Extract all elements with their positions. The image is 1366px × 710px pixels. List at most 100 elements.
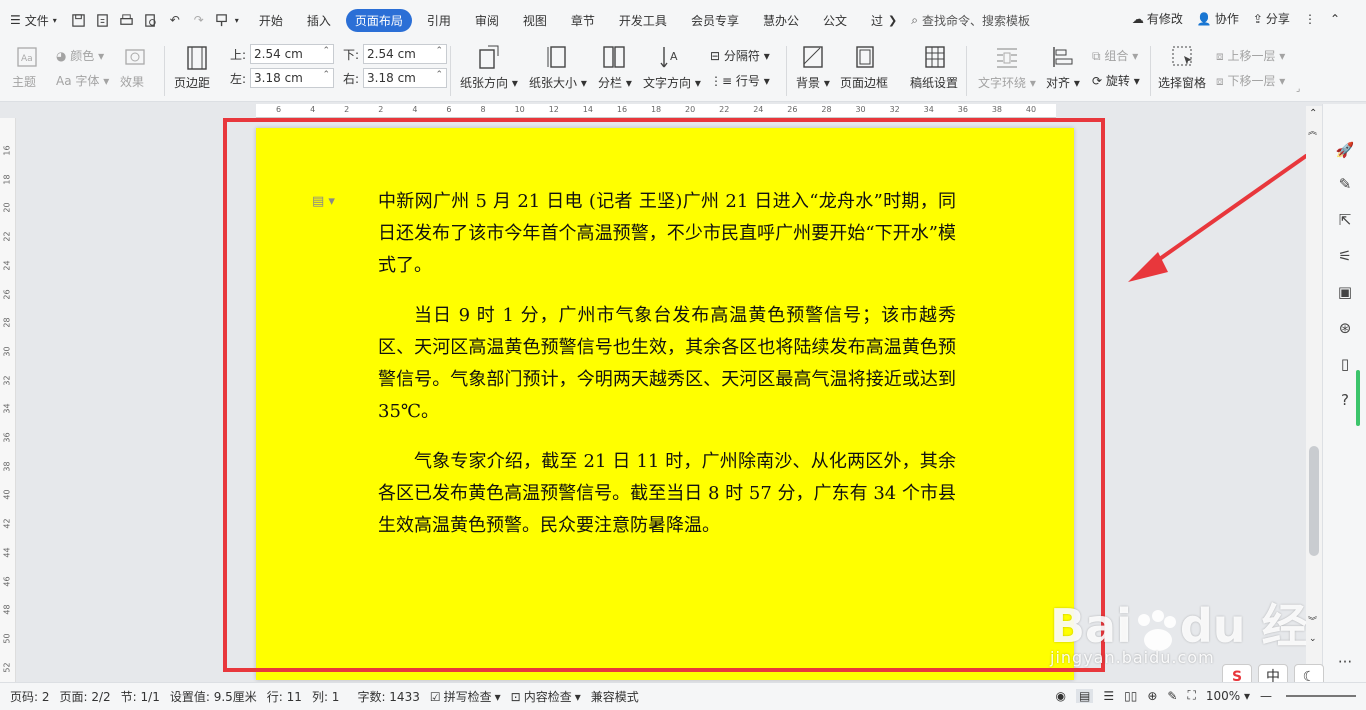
page-border-button[interactable]: 页面边框 xyxy=(840,74,888,91)
paragraph[interactable]: 当日 9 时 1 分，广州市气象台发布高温黄色预警信号；该市越秀区、天河区高温黄… xyxy=(378,300,956,428)
bottom-margin-field[interactable]: 下: 2.54 cm xyxy=(343,42,448,64)
tab-smart-office[interactable]: 慧办公 xyxy=(754,9,808,32)
status-setting[interactable]: 设置值: 9.5厘米 xyxy=(170,688,257,705)
status-section[interactable]: 节: 1/1 xyxy=(121,688,160,705)
ribbon-expand-icon[interactable]: ⌟ xyxy=(1296,84,1300,94)
effects-button[interactable]: 效果 xyxy=(120,73,144,90)
pen-mode-icon[interactable]: ✎ xyxy=(1167,689,1177,703)
status-word-count[interactable]: 字数: 1433 xyxy=(357,688,419,705)
text-wrap-button[interactable]: 文字环绕 ▾ xyxy=(978,74,1036,91)
top-margin-input[interactable]: 2.54 cm xyxy=(250,42,335,64)
line-numbers-button[interactable]: ⋮≡ 行号 ▾ xyxy=(710,72,770,89)
status-pages[interactable]: 页面: 2/2 xyxy=(60,688,111,705)
compass-icon[interactable]: ⊛ xyxy=(1335,318,1355,338)
collaborate-button[interactable]: 👤 协作 xyxy=(1197,10,1239,27)
scrollbar-thumb[interactable] xyxy=(1309,446,1319,556)
zoom-slider[interactable] xyxy=(1286,694,1356,697)
send-backward-button[interactable]: ⧈ 下移一层 ▾ xyxy=(1216,72,1285,89)
zoom-out-icon[interactable]: — xyxy=(1260,689,1272,703)
spell-check-button[interactable]: ☑ 拼写检查 ▾ xyxy=(430,688,501,705)
tab-home[interactable]: 开始 xyxy=(250,9,292,32)
page-view-icon[interactable]: ▤ xyxy=(1075,688,1094,703)
has-changes-button[interactable]: ☁ 有修改 xyxy=(1132,10,1183,27)
left-margin-field[interactable]: 左: 3.18 cm xyxy=(230,66,335,88)
selection-pane-button[interactable]: 选择窗格 xyxy=(1158,74,1206,91)
undo-icon[interactable]: ↶ xyxy=(164,9,186,31)
zoom-level[interactable]: 100% ▾ xyxy=(1206,689,1250,703)
tab-chapter[interactable]: 章节 xyxy=(562,9,604,32)
rocket-icon[interactable]: 🚀 xyxy=(1335,140,1355,160)
breaks-button[interactable]: ⊟ 分隔符 ▾ xyxy=(710,47,770,64)
background-button[interactable]: 背景 ▾ xyxy=(796,74,830,91)
bring-forward-button[interactable]: ⧈ 上移一层 ▾ xyxy=(1216,47,1285,64)
image-edit-icon[interactable]: ▣ xyxy=(1335,282,1355,302)
bottom-margin-input[interactable]: 2.54 cm xyxy=(363,42,448,64)
align-button[interactable]: 对齐 ▾ xyxy=(1046,74,1080,91)
document-body[interactable]: 中新网广州 5 月 21 日电 (记者 王坚)广州 21 日进入“龙舟水”时期，… xyxy=(378,186,956,560)
tab-references[interactable]: 引用 xyxy=(418,9,460,32)
scroll-up-icon[interactable]: ⌃ xyxy=(1309,108,1317,119)
outline-view-icon[interactable]: ☰ xyxy=(1103,689,1114,703)
colors-button[interactable]: ◕ 颜色 ▾ xyxy=(56,47,104,64)
fit-page-icon[interactable]: ⛶ xyxy=(1187,688,1195,703)
top-margin-field[interactable]: 上: 2.54 cm xyxy=(230,42,335,64)
file-menu[interactable]: ☰ 文件 ▾ xyxy=(10,12,57,29)
fonts-button[interactable]: Aa 字体 ▾ xyxy=(56,72,109,89)
tab-view[interactable]: 视图 xyxy=(514,9,556,32)
help-icon[interactable]: ? xyxy=(1335,390,1355,410)
save-icon[interactable] xyxy=(68,9,90,31)
theme-button[interactable]: 主题 xyxy=(12,73,36,90)
format-painter-icon[interactable] xyxy=(212,9,234,31)
scroll-down-icon[interactable]: ⌄ xyxy=(1309,634,1317,644)
status-page-no[interactable]: 页码: 2 xyxy=(10,688,50,705)
more-icon[interactable]: ··· xyxy=(1335,652,1355,672)
right-margin-input[interactable]: 3.18 cm xyxy=(363,66,448,88)
print-preview-icon[interactable] xyxy=(140,9,162,31)
export-pdf-icon[interactable] xyxy=(92,9,114,31)
tab-page-layout[interactable]: 页面布局 xyxy=(345,8,412,32)
ribbon-page-layout: Aa 主题 ◕ 颜色 ▾ Aa 字体 ▾ 效果 页边距 上: 2.54 cm 左… xyxy=(0,40,1366,102)
orientation-button[interactable]: 纸张方向 ▾ xyxy=(460,74,518,91)
group-button[interactable]: ⧉ 组合 ▾ xyxy=(1092,47,1138,64)
paragraph-layout-icon[interactable]: ▤ ▾ xyxy=(312,194,335,209)
status-column[interactable]: 列: 1 xyxy=(312,688,340,705)
paragraph[interactable]: 中新网广州 5 月 21 日电 (记者 王坚)广州 21 日进入“龙舟水”时期，… xyxy=(378,186,956,282)
web-view-icon[interactable]: ⊕ xyxy=(1147,689,1157,703)
pen-icon[interactable]: ✎ xyxy=(1335,174,1355,194)
margins-button[interactable]: 页边距 xyxy=(174,74,210,91)
tab-more[interactable]: 过 xyxy=(862,9,885,32)
book-icon[interactable]: ▯ xyxy=(1335,354,1355,374)
collapse-ribbon-icon[interactable]: ⌃ xyxy=(1330,12,1340,26)
share-button[interactable]: ⇪ 分享 xyxy=(1253,10,1290,27)
vertical-ruler[interactable]: 16 18 20 22 24 26 28 30 32 34 36 38 40 42 44 46 48 50 52 xyxy=(0,118,16,682)
sliders-icon[interactable]: ⚟ xyxy=(1335,246,1355,266)
pointer-icon[interactable]: ⇱ xyxy=(1335,210,1355,230)
vertical-scrollbar[interactable]: ⌃ ︽ ︾ ⌄ xyxy=(1306,106,1322,682)
tab-insert[interactable]: 插入 xyxy=(298,9,340,32)
text-direction-button[interactable]: 文字方向 ▾ xyxy=(643,74,701,91)
right-margin-field[interactable]: 右: 3.18 cm xyxy=(343,66,448,88)
print-icon[interactable] xyxy=(116,9,138,31)
status-line[interactable]: 行: 11 xyxy=(267,688,302,705)
text-direction-label: 文字方向 xyxy=(643,76,692,90)
scroll-page-up-icon[interactable]: ︽ xyxy=(1308,124,1317,137)
scroll-page-down-icon[interactable]: ︾ xyxy=(1308,614,1317,627)
paragraph[interactable]: 气象专家介绍，截至 21 日 11 时，广州除南沙、从化两区外，其余各区已发布黄… xyxy=(378,446,956,542)
tab-member[interactable]: 会员专享 xyxy=(682,9,748,32)
more-options-icon[interactable]: ⋮ xyxy=(1304,12,1316,26)
reading-view-icon[interactable]: ▯▯ xyxy=(1124,689,1137,703)
chevron-right-icon[interactable]: ❯ xyxy=(888,14,897,27)
command-search[interactable]: ⌕ 查找命令、搜索模板 xyxy=(911,12,1061,29)
tab-official-doc[interactable]: 公文 xyxy=(814,9,856,32)
rotate-button[interactable]: ⟳ 旋转 ▾ xyxy=(1092,72,1140,89)
redo-icon[interactable]: ↷ xyxy=(188,9,210,31)
left-margin-input[interactable]: 3.18 cm xyxy=(250,66,335,88)
horizontal-ruler[interactable]: 6 4 2 2 4 6 8 10 12 14 16 18 20 22 24 26 28 30 32 34 36 38 40 xyxy=(256,104,1056,118)
tab-review[interactable]: 审阅 xyxy=(466,9,508,32)
paper-size-button[interactable]: 纸张大小 ▾ xyxy=(529,74,587,91)
content-check-button[interactable]: ⊡ 内容检查 ▾ xyxy=(511,688,581,705)
manuscript-button[interactable]: 稿纸设置 xyxy=(910,74,958,91)
eye-protection-icon[interactable]: ◉ xyxy=(1056,689,1066,703)
columns-button[interactable]: 分栏 ▾ xyxy=(598,74,632,91)
tab-developer[interactable]: 开发工具 xyxy=(610,9,676,32)
